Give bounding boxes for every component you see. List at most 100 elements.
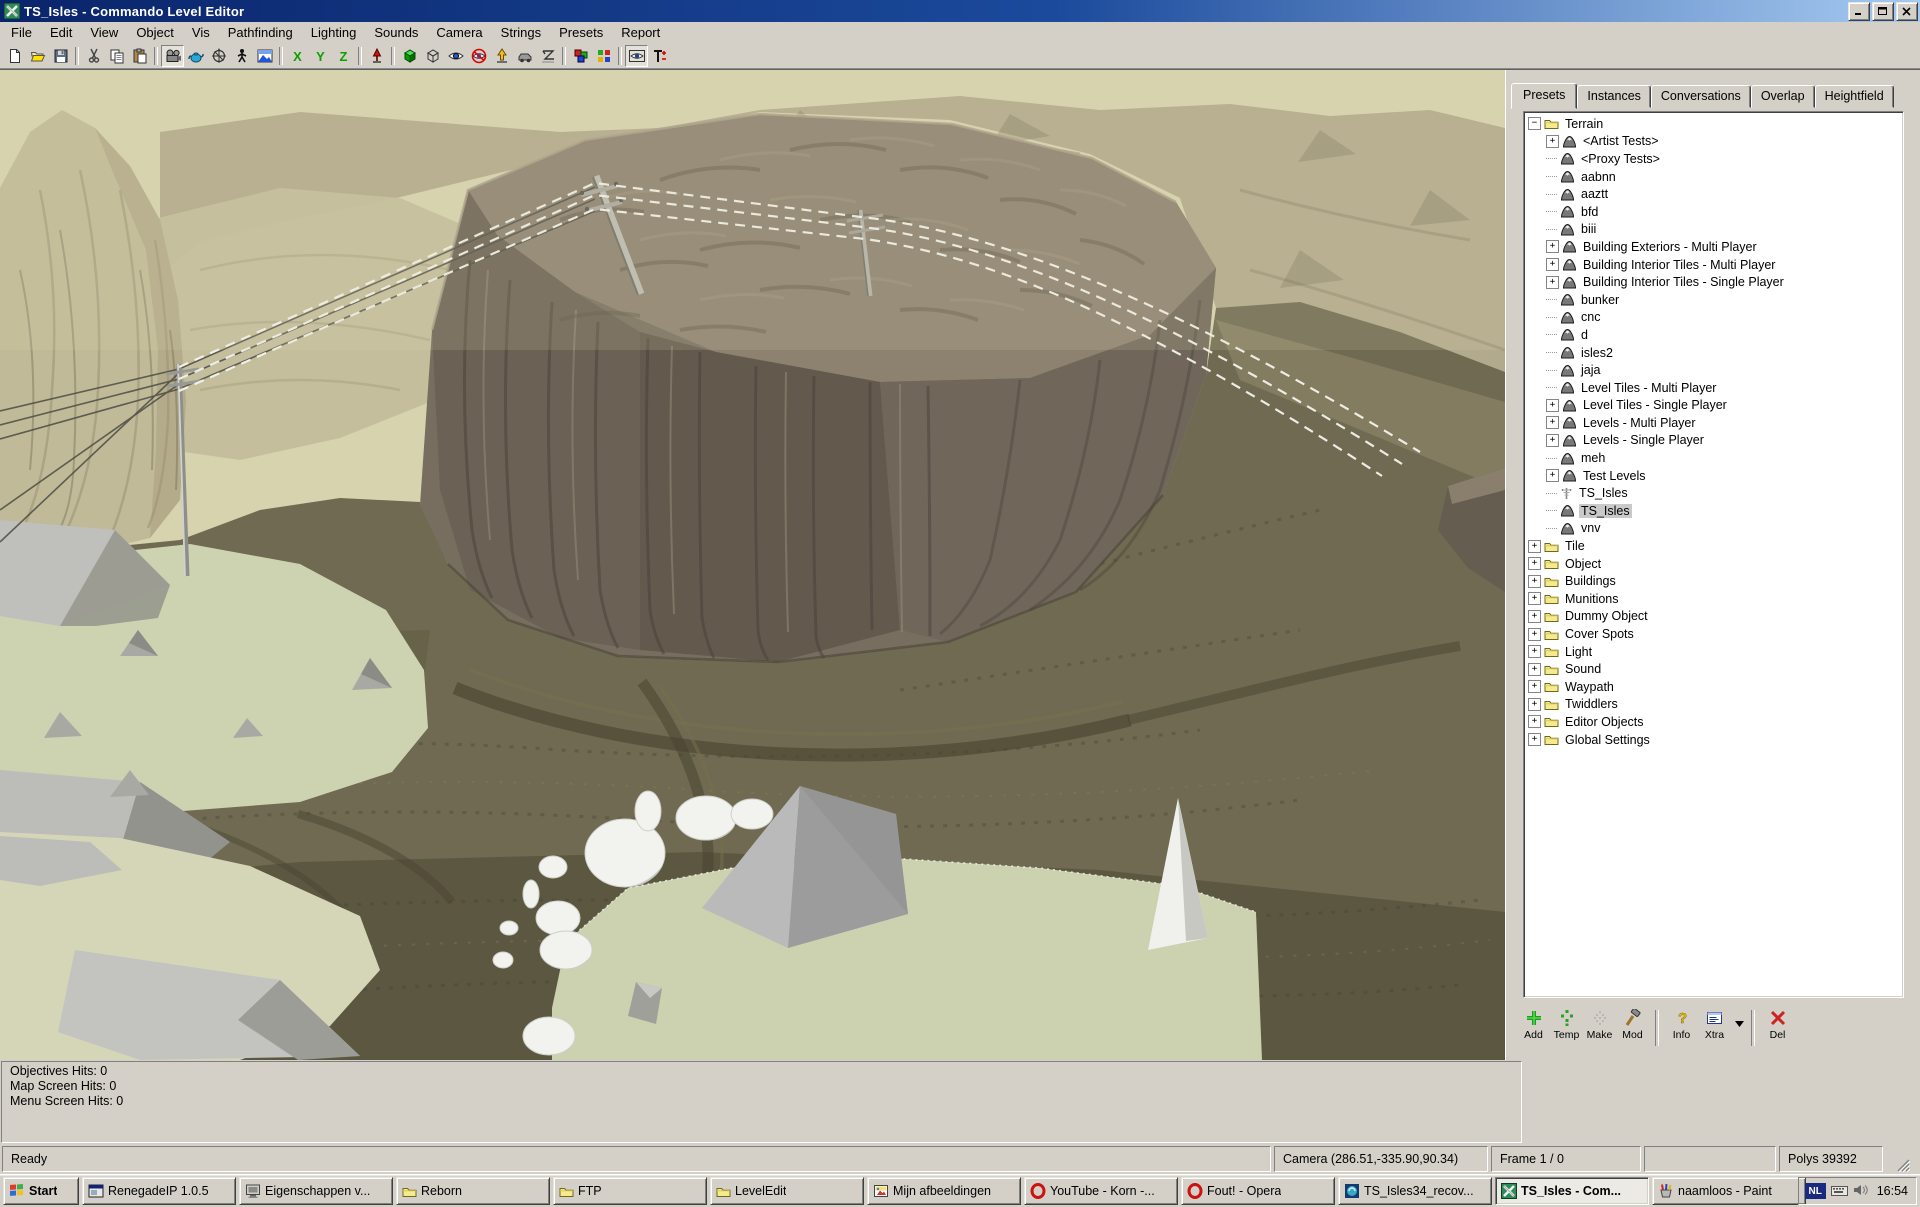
menu-pathfinding[interactable]: Pathfinding	[219, 23, 302, 43]
tree-row[interactable]: +Sound	[1524, 660, 1903, 678]
clock[interactable]: 16:54	[1877, 1184, 1908, 1198]
tree-item-label[interactable]: Editor Objects	[1563, 715, 1646, 729]
tree-row[interactable]: + Test Levels	[1524, 467, 1903, 485]
tree-item-label[interactable]: Test Levels	[1581, 469, 1648, 483]
toolbar-vehicle-button[interactable]	[513, 45, 536, 67]
add-button[interactable]: Add	[1518, 1008, 1549, 1041]
expand-toggle-icon[interactable]: +	[1546, 434, 1559, 447]
tree-row[interactable]: + Editor Objects	[1524, 713, 1903, 731]
task-renegadeip-1-0-5[interactable]: RenegadeIP 1.0.5	[82, 1177, 236, 1205]
tree-row[interactable]: biii	[1524, 221, 1903, 239]
tree-item-label[interactable]: vnv	[1579, 521, 1602, 535]
tree-item-label[interactable]: biii	[1579, 222, 1598, 236]
tree-row[interactable]: +Buildings	[1524, 572, 1903, 590]
tree-row[interactable]: jaja	[1524, 361, 1903, 379]
toolbar-zone-button[interactable]	[536, 45, 559, 67]
menu-object[interactable]: Object	[127, 23, 183, 43]
menu-presets[interactable]: Presets	[550, 23, 612, 43]
task-fout-opera[interactable]: Fout! - Opera	[1181, 1177, 1335, 1205]
tree-row[interactable]: d	[1524, 326, 1903, 344]
preset-tree[interactable]: −Terrain+<Artist Tests><Proxy Tests>aabn…	[1523, 111, 1904, 998]
tree-item-label[interactable]: Level Tiles - Multi Player	[1579, 381, 1718, 395]
toolbar-camera-button[interactable]	[161, 45, 184, 67]
tree-row[interactable]: − Terrain	[1524, 115, 1903, 133]
tree-item-label[interactable]: Twiddlers	[1563, 697, 1620, 711]
tree-item-label[interactable]: Terrain	[1563, 117, 1605, 131]
collapse-toggle-icon[interactable]: −	[1528, 117, 1541, 130]
tab-heightfield[interactable]: Heightfield	[1815, 85, 1894, 108]
toolbar-gizmo-button[interactable]	[207, 45, 230, 67]
expand-toggle-icon[interactable]: +	[1528, 557, 1541, 570]
tree-item-label[interactable]: Building Interior Tiles - Single Player	[1581, 275, 1786, 289]
tree-row[interactable]: +Dummy Object	[1524, 608, 1903, 626]
toolbar-copy-button[interactable]	[105, 45, 128, 67]
toolbar-eye-blue-button[interactable]	[444, 45, 467, 67]
tree-item-label[interactable]: aabnn	[1579, 170, 1618, 184]
del-button[interactable]: Del	[1762, 1008, 1793, 1041]
tree-item-label[interactable]: Dummy Object	[1563, 609, 1650, 623]
expand-toggle-icon[interactable]: +	[1528, 575, 1541, 588]
tree-row[interactable]: aabnn	[1524, 168, 1903, 186]
toolbar-teapot-button[interactable]	[184, 45, 207, 67]
expand-toggle-icon[interactable]: +	[1528, 540, 1541, 553]
tab-conversations[interactable]: Conversations	[1651, 85, 1751, 108]
expand-toggle-icon[interactable]: +	[1528, 663, 1541, 676]
tree-item-label[interactable]: <Artist Tests>	[1581, 134, 1661, 148]
toolbar-new-button[interactable]	[3, 45, 26, 67]
tree-item-label[interactable]: d	[1579, 328, 1590, 342]
task-ts-isles-com-[interactable]: TS_Isles - Com...	[1495, 1177, 1649, 1205]
volume-icon[interactable]	[1853, 1183, 1868, 1200]
tree-row[interactable]: + Levels - Multi Player	[1524, 414, 1903, 432]
tree-item-label[interactable]: Building Interior Tiles - Multi Player	[1581, 258, 1777, 272]
tree-row[interactable]: + Levels - Single Player	[1524, 432, 1903, 450]
tree-row[interactable]: meh	[1524, 449, 1903, 467]
tree-item-label[interactable]: Levels - Single Player	[1581, 433, 1706, 447]
expand-toggle-icon[interactable]: +	[1528, 715, 1541, 728]
language-indicator[interactable]: NL	[1805, 1183, 1826, 1199]
minimize-button[interactable]	[1848, 2, 1870, 21]
toolbar-axis-z-button[interactable]: Z	[332, 45, 355, 67]
tree-item-label[interactable]: TS_Isles	[1577, 486, 1630, 500]
task-youtube-korn-[interactable]: YouTube - Korn -...	[1024, 1177, 1178, 1205]
tree-item-label[interactable]: TS_Isles	[1579, 504, 1632, 518]
expand-toggle-icon[interactable]: +	[1528, 698, 1541, 711]
expand-toggle-icon[interactable]: +	[1528, 592, 1541, 605]
toolbar-pin-button[interactable]	[365, 45, 388, 67]
menu-strings[interactable]: Strings	[492, 23, 550, 43]
keyboard-icon[interactable]	[1831, 1183, 1848, 1200]
tree-row[interactable]: bunker	[1524, 291, 1903, 309]
expand-toggle-icon[interactable]: +	[1546, 416, 1559, 429]
tree-row[interactable]: cnc	[1524, 309, 1903, 327]
task-ftp[interactable]: FTP	[553, 1177, 707, 1205]
toolbar-open-button[interactable]	[26, 45, 49, 67]
menu-sounds[interactable]: Sounds	[365, 23, 427, 43]
tree-item-label[interactable]: jaja	[1579, 363, 1602, 377]
tree-item-label[interactable]: cnc	[1579, 310, 1602, 324]
toolbar-axis-x-button[interactable]: X	[286, 45, 309, 67]
toolbar-axis-y-button[interactable]: Y	[309, 45, 332, 67]
tree-item-label[interactable]: Level Tiles - Single Player	[1581, 398, 1729, 412]
tree-row[interactable]: +Light	[1524, 643, 1903, 661]
tree-row[interactable]: isles2	[1524, 344, 1903, 362]
tree-row[interactable]: Level Tiles - Multi Player	[1524, 379, 1903, 397]
expand-toggle-icon[interactable]: +	[1546, 258, 1559, 271]
mod-button[interactable]: Mod	[1617, 1008, 1648, 1041]
toolbar-paste-button[interactable]	[128, 45, 151, 67]
tree-item-label[interactable]: Levels - Multi Player	[1581, 416, 1698, 430]
tree-item-label[interactable]: bunker	[1579, 293, 1621, 307]
tree-item-label[interactable]: Tile	[1563, 539, 1587, 553]
tree-row[interactable]: +Waypath	[1524, 678, 1903, 696]
toolbar-cut-button[interactable]	[82, 45, 105, 67]
expand-toggle-icon[interactable]: +	[1546, 469, 1559, 482]
tree-item-label[interactable]: Global Settings	[1563, 733, 1652, 747]
tree-row[interactable]: +Cover Spots	[1524, 625, 1903, 643]
xtra-button[interactable]: Xtra	[1699, 1008, 1730, 1041]
tab-presets[interactable]: Presets	[1511, 83, 1577, 109]
expand-toggle-icon[interactable]: +	[1546, 276, 1559, 289]
toolbar-save-button[interactable]	[49, 45, 72, 67]
tree-row[interactable]: + Twiddlers	[1524, 696, 1903, 714]
viewport-3d[interactable]	[0, 70, 1505, 1060]
title-bar[interactable]: TS_Isles - Commando Level Editor	[0, 0, 1920, 22]
toolbar-terrain-image-button[interactable]	[253, 45, 276, 67]
expand-toggle-icon[interactable]: +	[1546, 399, 1559, 412]
